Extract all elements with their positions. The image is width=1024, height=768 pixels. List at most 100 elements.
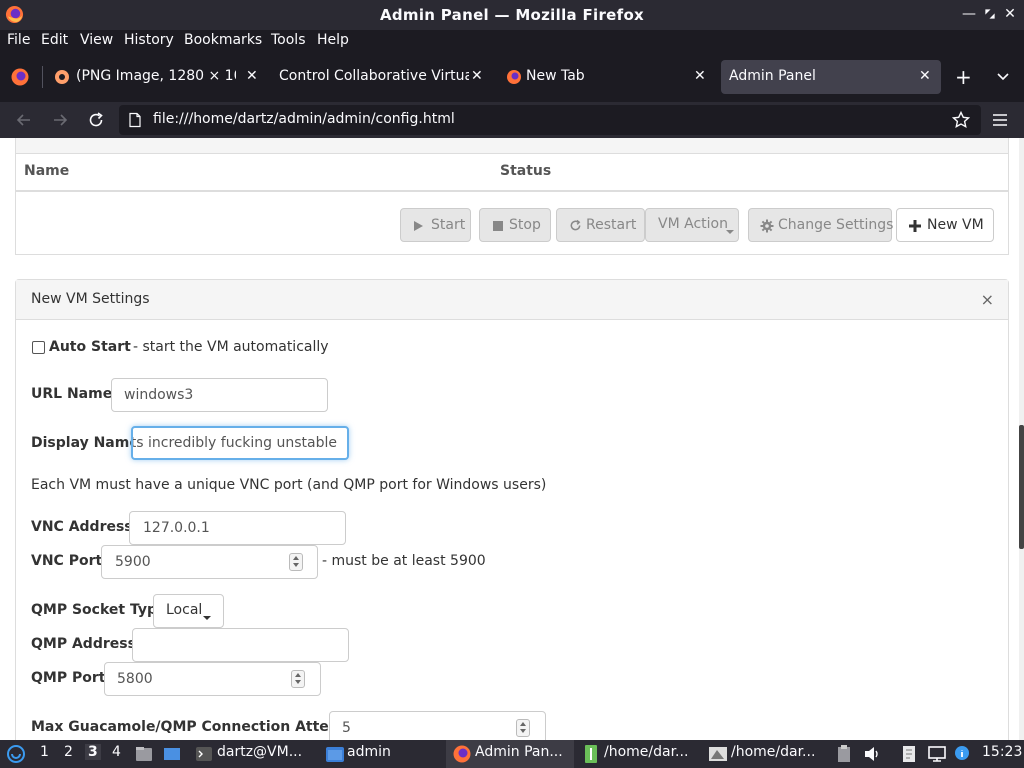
page-content: Name Status Start Stop Restart VM Action bbox=[0, 138, 1024, 740]
tab-new-tab[interactable]: New Tab ✕ bbox=[497, 60, 715, 94]
workspace-1[interactable]: 1 bbox=[40, 744, 49, 760]
max-connection-attempts-value: 5 bbox=[342, 720, 351, 736]
spinner-arrows-icon[interactable] bbox=[291, 670, 305, 688]
auto-start-checkbox[interactable] bbox=[32, 341, 45, 354]
firefox-view-icon[interactable] bbox=[10, 67, 30, 87]
max-connection-attempts-input[interactable]: 5 bbox=[329, 711, 546, 740]
workspace-4[interactable]: 4 bbox=[112, 744, 121, 760]
tab-close-icon[interactable]: ✕ bbox=[919, 68, 931, 84]
spinner-arrows-icon[interactable] bbox=[516, 719, 530, 737]
vm-table-header: Name Status bbox=[16, 155, 1008, 192]
menu-history[interactable]: History bbox=[124, 32, 174, 48]
new-vm-label: New VM bbox=[927, 217, 984, 233]
back-arrow-icon[interactable] bbox=[14, 110, 34, 130]
taskbar-item-terminal[interactable]: dartz@VM... bbox=[217, 744, 302, 760]
start-menu-icon[interactable] bbox=[6, 744, 26, 764]
info-icon[interactable] bbox=[954, 744, 970, 764]
qmp-socket-type-label: QMP Socket Type: bbox=[31, 602, 173, 618]
qmp-address-input[interactable] bbox=[132, 628, 349, 662]
display-name-value: t its incredibly fucking unstable bbox=[131, 435, 337, 451]
bookmark-star-icon[interactable] bbox=[951, 110, 971, 130]
menu-file[interactable]: File bbox=[7, 32, 30, 48]
tab-admin-panel[interactable]: Admin Panel ✕ bbox=[721, 60, 941, 94]
file-manager-launcher-icon[interactable] bbox=[134, 744, 154, 764]
forward-arrow-icon[interactable] bbox=[50, 110, 70, 130]
network-icon[interactable] bbox=[927, 744, 947, 764]
auto-start-label[interactable]: Auto Start bbox=[49, 339, 131, 355]
vm-list-panel: Name Status Start Stop Restart VM Action bbox=[15, 138, 1009, 255]
vnc-port-value: 5900 bbox=[115, 554, 151, 570]
firefox-icon bbox=[507, 70, 521, 84]
url-text: file:///home/dartz/admin/admin/config.ht… bbox=[153, 111, 455, 127]
file-page-icon bbox=[129, 112, 141, 128]
terminal-icon bbox=[196, 747, 212, 761]
restart-button[interactable]: Restart bbox=[556, 208, 645, 242]
caret-down-icon bbox=[726, 224, 734, 240]
menu-tools[interactable]: Tools bbox=[271, 32, 306, 48]
tab-close-icon[interactable]: ✕ bbox=[246, 68, 258, 84]
page-scrollbar-thumb[interactable] bbox=[1019, 425, 1024, 549]
tab-label: New Tab bbox=[526, 68, 585, 84]
clock[interactable]: 15:23 bbox=[982, 744, 1022, 760]
tab-close-icon[interactable]: ✕ bbox=[694, 68, 706, 84]
restart-label: Restart bbox=[586, 217, 637, 233]
hamburger-menu-icon[interactable] bbox=[990, 110, 1010, 130]
qmp-port-input[interactable]: 5800 bbox=[104, 662, 321, 696]
url-bar[interactable]: file:///home/dartz/admin/admin/config.ht… bbox=[119, 105, 981, 135]
gear-icon bbox=[760, 219, 774, 233]
desktop-launcher-icon[interactable] bbox=[162, 744, 182, 764]
change-settings-button[interactable]: Change Settings bbox=[748, 208, 893, 242]
volume-icon[interactable] bbox=[863, 744, 881, 764]
plus-icon bbox=[909, 220, 921, 232]
taskbar-item-image-viewer[interactable]: /home/dar... bbox=[731, 744, 815, 760]
restore-icon[interactable] bbox=[980, 4, 1000, 24]
tab-label: Control Collaborative Virtual bbox=[279, 68, 469, 84]
start-button[interactable]: Start bbox=[400, 208, 471, 242]
new-vm-button[interactable]: New VM bbox=[896, 208, 994, 242]
workspace-2[interactable]: 2 bbox=[64, 744, 73, 760]
panel-close-icon[interactable]: × bbox=[981, 290, 994, 309]
minimize-icon[interactable]: — bbox=[959, 4, 979, 24]
chevron-down-icon[interactable] bbox=[996, 70, 1010, 84]
tab-separator bbox=[42, 66, 43, 88]
column-header-status[interactable]: Status bbox=[500, 163, 551, 179]
taskbar: 1 2 3 4 dartz@VM... admin Admin Pan... /… bbox=[0, 740, 1024, 768]
start-label: Start bbox=[431, 217, 466, 233]
workspace-3[interactable]: 3 bbox=[85, 744, 101, 760]
vnc-address-value: 127.0.0.1 bbox=[143, 520, 210, 536]
firefox-icon bbox=[453, 745, 471, 763]
vnc-address-input[interactable]: 127.0.0.1 bbox=[129, 511, 346, 545]
stop-icon bbox=[493, 221, 503, 231]
vm-action-dropdown[interactable]: VM Action bbox=[645, 208, 739, 242]
display-name-input[interactable]: t its incredibly fucking unstable bbox=[131, 426, 349, 460]
vnc-port-input[interactable]: 5900 bbox=[101, 545, 318, 579]
stop-label: Stop bbox=[509, 217, 541, 233]
tab-close-icon[interactable]: ✕ bbox=[471, 68, 483, 84]
clipboard-icon[interactable] bbox=[836, 744, 852, 764]
menu-edit[interactable]: Edit bbox=[41, 32, 68, 48]
taskbar-item-text-editor[interactable]: /home/dar... bbox=[604, 744, 688, 760]
reload-icon[interactable] bbox=[86, 110, 106, 130]
taskbar-item-admin[interactable]: admin bbox=[347, 744, 391, 760]
image-tab-icon bbox=[55, 70, 69, 84]
tab-png-image[interactable]: (PNG Image, 1280 × 102 ✕ bbox=[48, 60, 263, 94]
vnc-port-hint: - must be at least 5900 bbox=[322, 553, 486, 569]
refresh-icon bbox=[570, 219, 581, 231]
new-tab-plus-icon[interactable]: + bbox=[955, 65, 972, 89]
stop-button[interactable]: Stop bbox=[479, 208, 551, 242]
menu-bookmarks[interactable]: Bookmarks bbox=[184, 32, 262, 48]
notes-icon[interactable] bbox=[900, 744, 918, 764]
taskbar-item-firefox[interactable]: Admin Pan... bbox=[475, 744, 563, 760]
image-viewer-icon bbox=[709, 747, 727, 761]
vm-action-label: VM Action bbox=[658, 216, 728, 232]
qmp-socket-type-dropdown[interactable]: Local bbox=[153, 594, 224, 628]
spinner-arrows-icon[interactable] bbox=[289, 553, 303, 571]
menu-help[interactable]: Help bbox=[317, 32, 349, 48]
close-icon[interactable]: ✕ bbox=[1000, 4, 1020, 24]
menu-bar: File Edit View History Bookmarks Tools H… bbox=[0, 30, 1024, 52]
caret-down-icon bbox=[203, 610, 211, 626]
url-name-input[interactable]: windows3 bbox=[111, 378, 328, 412]
tab-control-collaborative[interactable]: Control Collaborative Virtual ✕ bbox=[270, 60, 490, 94]
column-header-name[interactable]: Name bbox=[24, 163, 69, 179]
menu-view[interactable]: View bbox=[80, 32, 113, 48]
